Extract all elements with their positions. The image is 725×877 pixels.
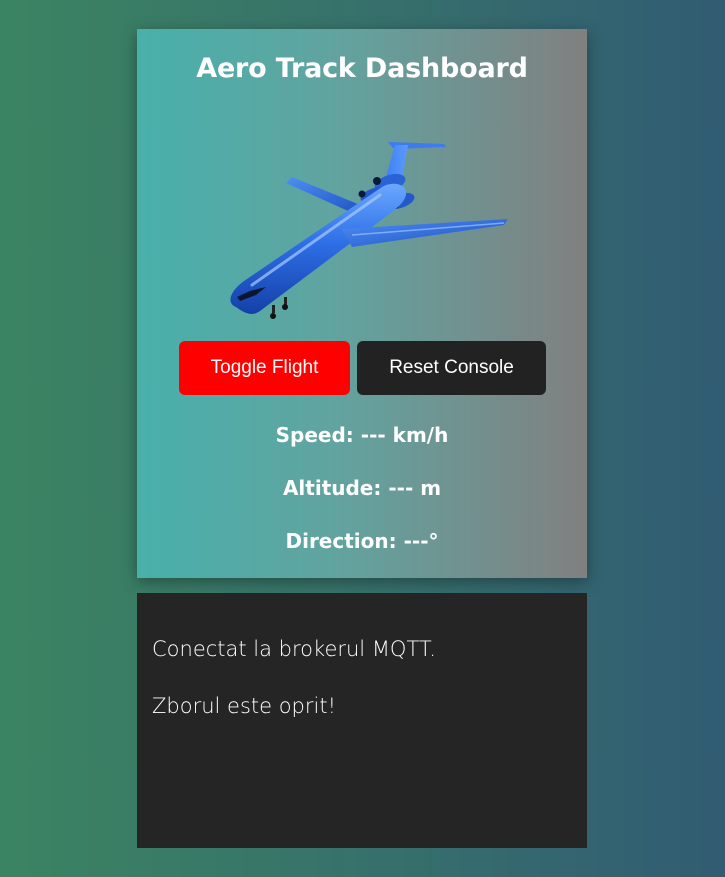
- direction-label: Direction:: [285, 529, 397, 553]
- dashboard-card: Aero Track Dashboard Toggle Flight Reset…: [137, 29, 587, 578]
- dashboard-title: Aero Track Dashboard: [196, 53, 528, 84]
- reset-console-button[interactable]: Reset Console: [357, 341, 546, 395]
- console-output[interactable]: Conectat la brokerul MQTT. Zborul este o…: [137, 593, 587, 848]
- toggle-flight-button[interactable]: Toggle Flight: [179, 341, 350, 395]
- airplane-icon: [212, 135, 512, 321]
- console-line: Zborul este oprit!: [152, 694, 337, 718]
- altitude-readout: Altitude: --- m: [137, 476, 587, 500]
- direction-readout: Direction: ---°: [137, 529, 587, 553]
- speed-label: Speed:: [275, 423, 354, 447]
- button-row: Toggle Flight Reset Console: [179, 341, 549, 395]
- speed-readout: Speed: --- km/h: [137, 423, 587, 447]
- speed-value: --- km/h: [360, 423, 449, 447]
- altitude-value: --- m: [388, 476, 442, 500]
- console-line: Conectat la brokerul MQTT.: [152, 637, 436, 661]
- altitude-label: Altitude:: [282, 476, 382, 500]
- direction-value: ---°: [403, 529, 439, 553]
